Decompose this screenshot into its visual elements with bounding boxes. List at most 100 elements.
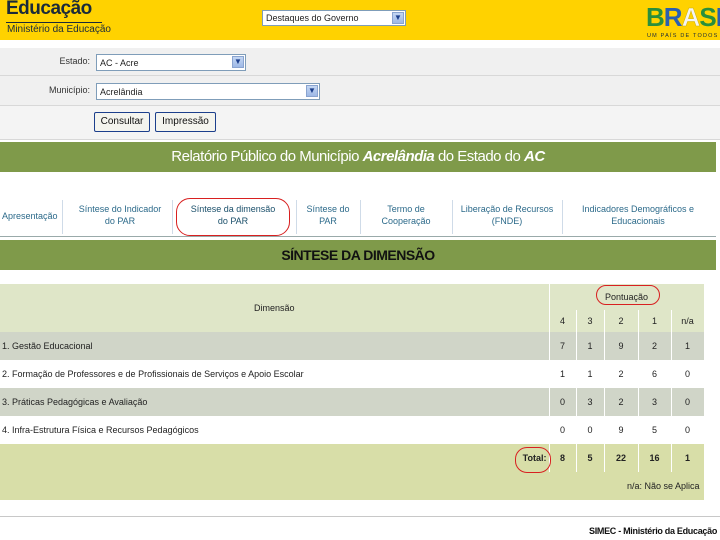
total-cell: 22 bbox=[604, 444, 639, 472]
logo-divider bbox=[6, 22, 102, 23]
score-cell: 2 bbox=[604, 388, 639, 416]
score-cell: 9 bbox=[604, 332, 639, 360]
tab-label-2: Cooperação bbox=[381, 216, 431, 226]
tab-label-2: PAR bbox=[319, 216, 337, 226]
score-col-header: n/a bbox=[671, 310, 705, 332]
score-cell: 2 bbox=[638, 332, 672, 360]
score-cell: 0 bbox=[576, 416, 605, 444]
estado-select-value: AC - Acre bbox=[100, 58, 139, 68]
total-label: Total: bbox=[0, 444, 550, 472]
score-cell: 0 bbox=[671, 360, 705, 388]
score-col-header: 2 bbox=[604, 310, 639, 332]
consultar-button[interactable]: Consultar bbox=[94, 112, 150, 132]
tab-divider bbox=[360, 200, 361, 234]
tab-label-2: (FNDE) bbox=[491, 216, 523, 226]
score-cell: 6 bbox=[638, 360, 672, 388]
banner-municipio: Acrelândia bbox=[362, 148, 435, 165]
score-cell: 1 bbox=[549, 360, 577, 388]
brasil-logo[interactable]: BRASIL UM PAÍS DE TODOS bbox=[644, 0, 720, 40]
total-cell: 1 bbox=[671, 444, 705, 472]
municipio-select-value: Acrelândia bbox=[100, 87, 143, 97]
banner-estado: AC bbox=[524, 148, 545, 165]
tab-label: Síntese do bbox=[306, 204, 350, 214]
logo-subtitle: Ministério da Educação bbox=[7, 24, 111, 35]
dimension-table: Dimensão Pontuação 4 3 2 1 n/a 1. Gestão… bbox=[0, 284, 705, 500]
tab-divider bbox=[172, 200, 173, 234]
total-cell: 5 bbox=[576, 444, 605, 472]
logo-title[interactable]: Educação bbox=[6, 0, 92, 20]
municipio-label: Município: bbox=[48, 85, 90, 95]
footer-text: SIMEC - Ministério da Educação bbox=[589, 526, 718, 536]
tab-label-2: Educacionais bbox=[611, 216, 665, 226]
municipio-select[interactable]: Acrelândia ▼ bbox=[96, 83, 320, 100]
estado-label: Estado: bbox=[59, 56, 90, 66]
estado-select[interactable]: AC - Acre ▼ bbox=[96, 54, 246, 71]
table-row: 3. Práticas Pedagógicas e Avaliação 0 3 … bbox=[0, 388, 705, 416]
tab-label: Termo de bbox=[387, 204, 425, 214]
tab-label-2: do PAR bbox=[104, 216, 136, 226]
estado-row: Estado: AC - Acre ▼ bbox=[0, 48, 720, 76]
tab-termo-cooperacao[interactable]: Termo de Cooperação bbox=[366, 203, 446, 227]
tab-apresentacao[interactable]: Apresentação bbox=[2, 210, 58, 222]
dimension-name: 3. Práticas Pedagógicas e Avaliação bbox=[0, 388, 550, 416]
tab-divider bbox=[562, 200, 563, 234]
table-row: 1. Gestão Educacional 7 1 9 2 1 bbox=[0, 332, 705, 360]
total-highlight bbox=[515, 447, 551, 473]
score-cell: 2 bbox=[604, 360, 639, 388]
banner-middle: do Estado do bbox=[434, 148, 525, 165]
svg-text:BRASIL: BRASIL bbox=[646, 2, 720, 32]
municipio-row: Município: Acrelândia ▼ bbox=[0, 76, 720, 106]
table-row: 4. Infra-Estrutura Física e Recursos Ped… bbox=[0, 416, 705, 444]
table-row: 2. Formação de Professores e de Profissi… bbox=[0, 360, 705, 388]
score-cell: 7 bbox=[549, 332, 577, 360]
tab-label: Síntese do Indicador bbox=[78, 204, 162, 214]
tab-label: Apresentação bbox=[2, 211, 58, 221]
footer-divider bbox=[0, 516, 720, 517]
tab-divider bbox=[62, 200, 63, 234]
chevron-down-icon[interactable]: ▼ bbox=[232, 56, 244, 68]
score-cell: 0 bbox=[549, 388, 577, 416]
tab-sintese-indicador[interactable]: Síntese do Indicador do PAR bbox=[70, 203, 170, 227]
tab-sintese-par[interactable]: Síntese do PAR bbox=[300, 203, 356, 227]
tab-liberacao-recursos[interactable]: Liberação de Recursos (FNDE) bbox=[458, 203, 556, 227]
section-title: SÍNTESE DA DIMENSÃO bbox=[0, 240, 716, 270]
banner-prefix: Relatório Público do Município bbox=[171, 148, 363, 165]
destaques-select[interactable]: Destaques do Governo ▼ bbox=[262, 10, 406, 26]
score-cell: 1 bbox=[576, 360, 605, 388]
col-header-dimensao: Dimensão bbox=[0, 284, 550, 332]
dimension-name: 1. Gestão Educacional bbox=[0, 332, 550, 360]
total-cell: 16 bbox=[638, 444, 672, 472]
tab-label: Indicadores Demográficos e bbox=[581, 204, 695, 214]
actions-row: Consultar Impressão bbox=[0, 106, 720, 140]
dimension-name: 4. Infra-Estrutura Física e Recursos Ped… bbox=[0, 416, 550, 444]
active-tab-highlight bbox=[176, 198, 290, 236]
destaques-select-value: Destaques do Governo bbox=[266, 13, 359, 23]
tab-divider bbox=[452, 200, 453, 234]
total-cell: 8 bbox=[549, 444, 577, 472]
score-col-header: 4 bbox=[549, 310, 577, 332]
report-banner: Relatório Público do Município Acrelândi… bbox=[0, 142, 716, 172]
legend-row: n/a: Não se Aplica bbox=[0, 472, 705, 500]
score-cell: 0 bbox=[671, 416, 705, 444]
pontuacao-highlight bbox=[596, 285, 660, 305]
tab-divider bbox=[296, 200, 297, 234]
chevron-down-icon[interactable]: ▼ bbox=[306, 85, 318, 97]
chevron-down-icon[interactable]: ▼ bbox=[392, 12, 404, 24]
score-col-header: 1 bbox=[638, 310, 672, 332]
brasil-tagline: UM PAÍS DE TODOS bbox=[647, 32, 718, 39]
score-cell: 5 bbox=[638, 416, 672, 444]
score-cell: 9 bbox=[604, 416, 639, 444]
score-cell: 0 bbox=[549, 416, 577, 444]
score-cell: 0 bbox=[671, 388, 705, 416]
score-cell: 1 bbox=[671, 332, 705, 360]
score-col-header: 3 bbox=[576, 310, 605, 332]
dimension-name: 2. Formação de Professores e de Profissi… bbox=[0, 360, 550, 388]
tab-baseline bbox=[0, 236, 716, 237]
impressao-button[interactable]: Impressão bbox=[155, 112, 216, 132]
tab-label: Liberação de Recursos bbox=[460, 204, 554, 214]
total-row: Total: 8 5 22 16 1 bbox=[0, 444, 705, 472]
tab-indicadores-demograficos[interactable]: Indicadores Demográficos e Educacionais bbox=[570, 203, 706, 227]
score-cell: 3 bbox=[576, 388, 605, 416]
score-cell: 3 bbox=[638, 388, 672, 416]
legend-text: n/a: Não se Aplica bbox=[0, 472, 705, 500]
